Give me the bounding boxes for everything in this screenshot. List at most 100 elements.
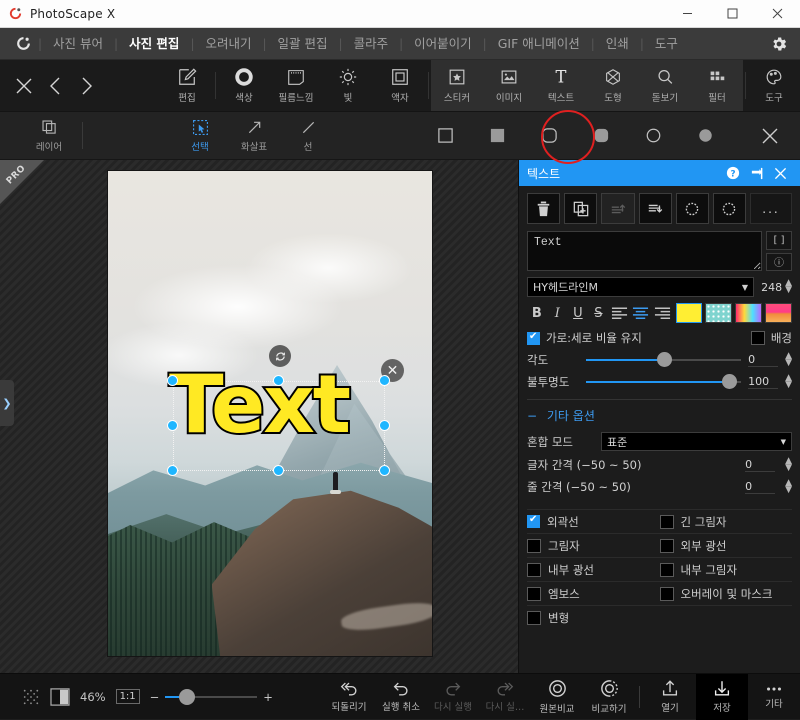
resize-handle-tr[interactable] (379, 375, 390, 386)
resize-handle-mr[interactable] (379, 420, 390, 431)
tool-color[interactable]: 색상 (218, 60, 270, 111)
redo-all-button[interactable]: 다시 실… (479, 674, 531, 720)
align-center-icon[interactable] (631, 303, 651, 323)
menu-item-print[interactable]: 인쇄 (595, 28, 640, 60)
resize-handle-bl[interactable] (167, 465, 178, 476)
rotate-right-action[interactable] (712, 193, 747, 224)
compare-original-button[interactable]: 원본비교 (531, 674, 583, 720)
rotate-icon[interactable] (269, 345, 291, 367)
canvas-area[interactable]: PRO ❯ Text ✕ (0, 160, 518, 673)
bold-button[interactable]: B (527, 303, 547, 323)
effect-shadow-checkbox[interactable] (527, 538, 541, 553)
resize-handle-bc[interactable] (273, 465, 284, 476)
effect-transform-checkbox[interactable] (527, 610, 541, 625)
tool-sticker[interactable]: 스티커 (431, 60, 483, 111)
tool-edit[interactable]: 편집 (161, 60, 213, 111)
effect-outline-checkbox[interactable] (527, 514, 540, 528)
color-swatch-solid[interactable] (675, 303, 703, 323)
color-swatch-gradient[interactable] (735, 303, 763, 323)
menu-item-cutout[interactable]: 오려내기 (194, 28, 262, 60)
close-image-button[interactable] (14, 76, 34, 96)
draw-tool-arrow[interactable]: 화살표 (227, 112, 281, 159)
square-filled-icon[interactable] (471, 112, 523, 160)
menu-item-batch[interactable]: 일괄 편집 (267, 28, 339, 60)
letter-spacing-stepper-arrows-icon[interactable]: ▲ ▼ (785, 457, 792, 473)
zoom-percent[interactable]: 46% (80, 690, 106, 704)
resize-handle-ml[interactable] (167, 420, 178, 431)
overlay-text[interactable]: Text (167, 363, 399, 447)
close-subbar-button[interactable] (744, 112, 796, 160)
maximize-button[interactable] (710, 0, 755, 28)
tool-filter[interactable]: 필터 (691, 60, 743, 111)
layer-button[interactable]: 레이어 (22, 112, 76, 159)
open-button[interactable]: 열기 (644, 674, 696, 720)
previous-image-button[interactable] (48, 76, 64, 96)
stepper-arrows-icon[interactable]: ▲ ▼ (785, 279, 792, 295)
tool-shape[interactable]: 도형 (587, 60, 639, 111)
more-options-action[interactable]: ... (750, 193, 793, 224)
effect-outer-glow-checkbox[interactable] (659, 538, 674, 553)
letter-spacing-value[interactable]: 0 (745, 458, 776, 472)
send-backward-action[interactable] (638, 193, 672, 224)
effect-shadow[interactable]: 그림자 (527, 533, 660, 557)
grid-icon[interactable] (22, 688, 40, 706)
zoom-slider[interactable] (165, 688, 258, 705)
angle-stepper-arrows-icon[interactable]: ▲ ▼ (785, 352, 792, 368)
text-info-button[interactable]: ⓘ (766, 252, 792, 271)
tool-image[interactable]: 이미지 (483, 60, 535, 111)
text-layer[interactable]: Text ✕ (167, 345, 404, 476)
minimize-button[interactable] (665, 0, 710, 28)
menu-logo-icon[interactable] (8, 35, 38, 52)
resize-handle-tc[interactable] (273, 375, 284, 386)
rotate-left-action[interactable] (675, 193, 709, 224)
line-spacing-value[interactable]: 0 (745, 480, 776, 494)
background-color-swatch[interactable] (750, 331, 765, 345)
menu-item-collage[interactable]: 콜라주 (343, 28, 400, 60)
undo-button[interactable]: 실행 취소 (375, 674, 427, 720)
tool-magnifier[interactable]: 돋보기 (639, 60, 691, 111)
draw-tool-select[interactable]: 선택 (173, 112, 227, 159)
zoom-out-button[interactable]: − (150, 690, 160, 704)
close-button[interactable] (755, 0, 800, 28)
split-view-icon[interactable] (50, 687, 70, 706)
more-button[interactable]: 기타 (748, 674, 800, 720)
zoom-one-to-one-button[interactable]: 1:1 (115, 689, 140, 704)
photo-canvas[interactable]: Text ✕ (107, 170, 433, 657)
effect-inner-glow[interactable]: 내부 광선 (527, 557, 660, 581)
effect-outline[interactable]: 외곽선 (527, 509, 660, 533)
delete-layer-action[interactable] (527, 193, 561, 224)
opacity-stepper-arrows-icon[interactable]: ▲ ▼ (785, 374, 792, 390)
effect-long-shadow[interactable]: 긴 그림자 (659, 509, 792, 533)
effect-long-shadow-checkbox[interactable] (659, 514, 674, 529)
compare-button[interactable]: 비교하기 (583, 674, 635, 720)
left-panel-toggle[interactable]: ❯ (0, 380, 14, 426)
tool-frame[interactable]: 액자 (374, 60, 426, 111)
effect-inner-glow-checkbox[interactable] (527, 562, 541, 577)
tool-text[interactable]: T 텍스트 (535, 60, 587, 111)
help-icon[interactable]: ? (726, 166, 744, 180)
opacity-slider[interactable] (586, 374, 742, 389)
menu-item-gif[interactable]: GIF 애니메이션 (487, 28, 591, 60)
menu-item-combine[interactable]: 이어붙이기 (403, 28, 483, 60)
color-swatch-texture[interactable] (765, 303, 792, 323)
blend-mode-select[interactable]: 표준 ▼ (601, 432, 792, 451)
strikethrough-button[interactable]: S (589, 303, 609, 323)
effect-transform[interactable]: 변형 (527, 605, 660, 629)
tool-light[interactable]: 빛 (322, 60, 374, 111)
square-outline-icon[interactable] (419, 112, 471, 160)
resize-handle-tl[interactable] (167, 375, 178, 386)
opacity-value[interactable]: 100 (748, 375, 779, 389)
menu-item-photo-edit[interactable]: 사진 편집 (118, 28, 190, 60)
text-input[interactable]: Text (527, 231, 762, 271)
rounded-square-filled-icon[interactable] (575, 112, 627, 160)
duplicate-layer-action[interactable] (564, 193, 598, 224)
menu-item-tools[interactable]: 도구 (644, 28, 689, 60)
angle-slider[interactable] (586, 352, 742, 367)
font-family-select[interactable]: HY헤드라인M ▼ (527, 277, 755, 297)
text-bracket-button[interactable]: [ ] (766, 231, 792, 250)
effect-inner-shadow[interactable]: 내부 그림자 (659, 557, 792, 581)
align-right-icon[interactable] (652, 303, 672, 323)
line-spacing-stepper-arrows-icon[interactable]: ▲ ▼ (785, 479, 792, 495)
redo-button[interactable]: 다시 실행 (427, 674, 479, 720)
circle-filled-icon[interactable] (679, 112, 731, 160)
